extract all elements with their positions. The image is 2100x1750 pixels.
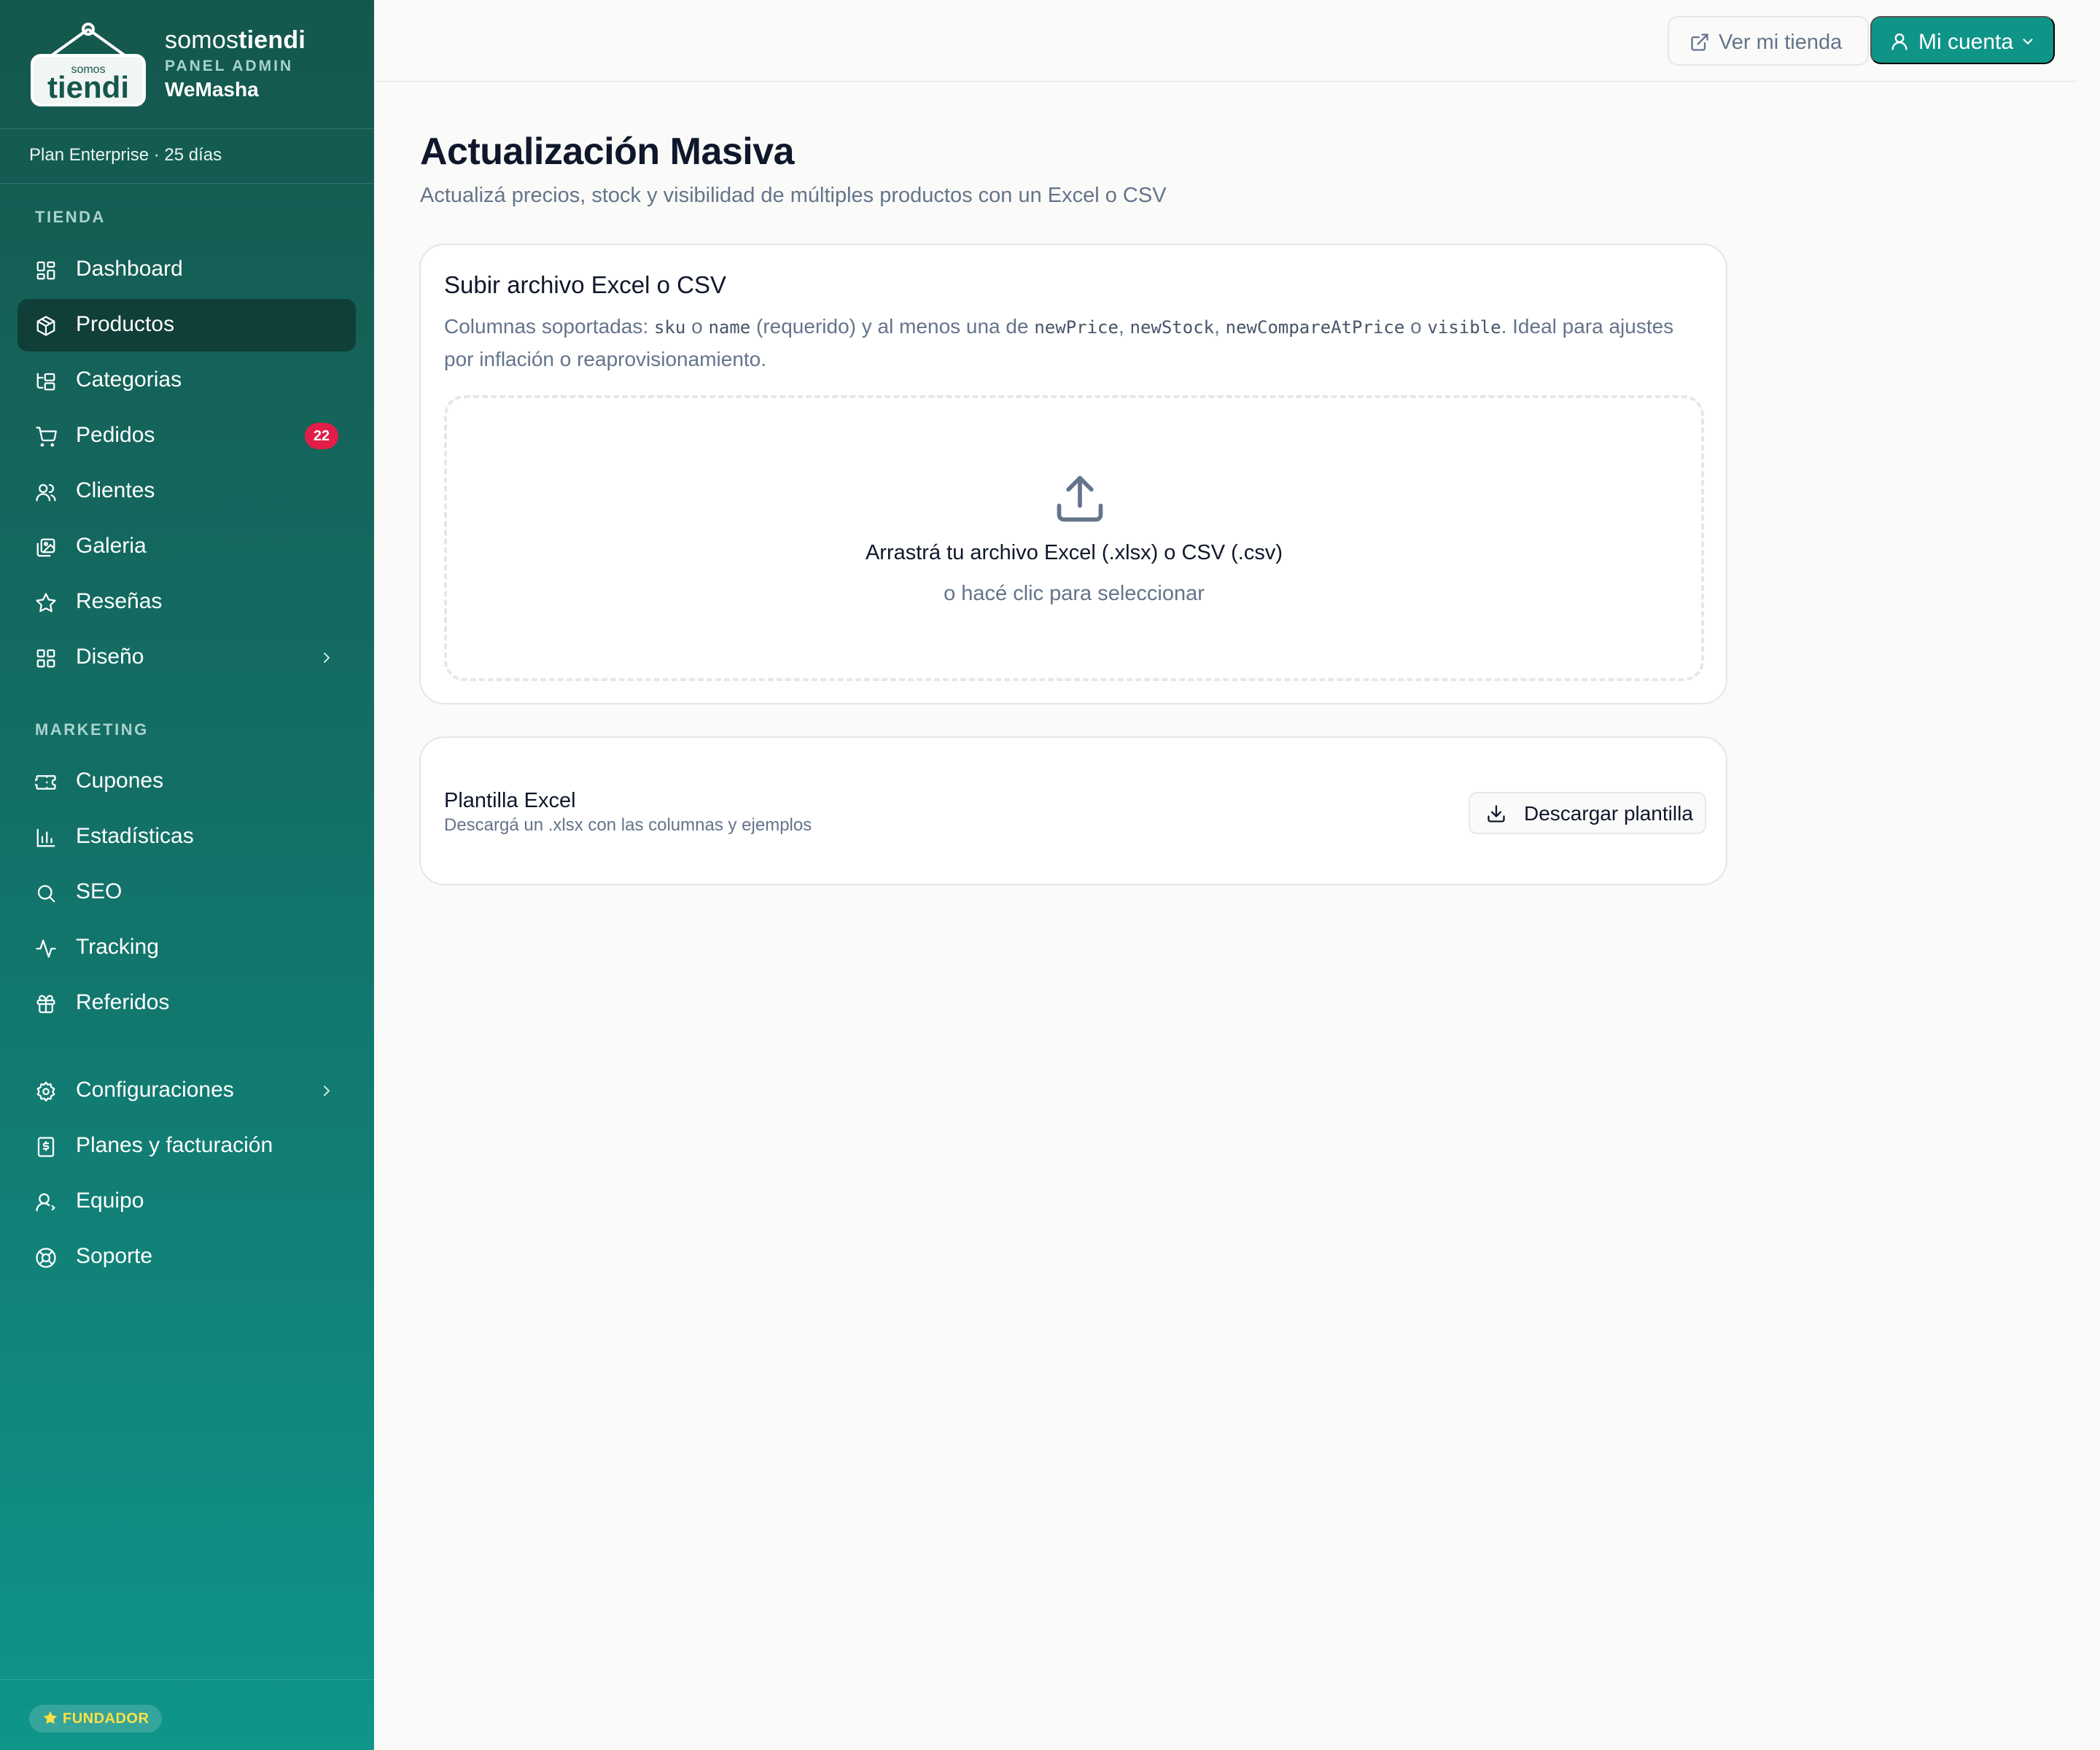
- section-title-marketing: MARKETING: [35, 720, 149, 739]
- user-icon: [35, 1191, 57, 1213]
- page-title: Actualización Masiva: [420, 131, 795, 173]
- download-template-label: Descargar plantilla: [1524, 802, 1693, 825]
- template-card: Plantilla Excel Descargá un .xlsx con la…: [419, 736, 1727, 885]
- search-icon: [35, 882, 57, 904]
- plan-text: Plan Enterprise · 25 días: [29, 145, 222, 165]
- account-label: Mi cuenta: [1918, 30, 2014, 54]
- gear-icon: [35, 1081, 57, 1102]
- upload-icon: [1052, 471, 1108, 526]
- ticket-icon: [35, 771, 57, 793]
- chevron-right-icon: [318, 649, 335, 666]
- upload-card-description: Columnas soportadas: sku o name (requeri…: [444, 315, 1674, 370]
- brand[interactable]: somos tiendi somostiendi PANEL ADMIN WeM…: [29, 22, 365, 109]
- dropzone-hint: o hacé clic para seleccionar: [944, 582, 1205, 605]
- receipt-icon: [35, 1136, 57, 1158]
- images-icon: [35, 537, 57, 559]
- sidebar-item-label: Cupones: [76, 769, 164, 793]
- sidebar-item-resenas[interactable]: Reseñas: [18, 576, 356, 629]
- life-buoy-icon: [35, 1247, 57, 1269]
- bar-chart-icon: [35, 827, 57, 849]
- sidebar-item-referidos[interactable]: Referidos: [18, 977, 356, 1030]
- file-dropzone[interactable]: Arrastrá tu archivo Excel (.xlsx) o CSV …: [444, 395, 1704, 681]
- sidebar-item-dashboard[interactable]: Dashboard: [18, 244, 356, 296]
- user-icon: [1889, 31, 1910, 52]
- sidebar-item-cupones[interactable]: Cupones: [18, 755, 356, 808]
- sidebar-item-label: Referidos: [76, 990, 170, 1014]
- sidebar-item-soporte[interactable]: Soporte: [18, 1231, 356, 1283]
- sidebar-item-diseno[interactable]: Diseño: [18, 631, 356, 684]
- sidebar-item-label: Configuraciones: [76, 1078, 234, 1102]
- sidebar-item-pedidos[interactable]: Pedidos 22: [18, 410, 356, 462]
- chevron-right-icon: [318, 1082, 335, 1100]
- sidebar-item-label: Soporte: [76, 1244, 153, 1268]
- logo-big-text: tiendi: [47, 70, 129, 104]
- download-template-button[interactable]: Descargar plantilla: [1469, 792, 1706, 834]
- sidebar-item-label: Clientes: [76, 478, 155, 502]
- star-icon: [43, 1711, 58, 1724]
- sidebar-item-label: Diseño: [76, 645, 144, 669]
- sidebar-item-label: Dashboard: [76, 257, 183, 281]
- sidebar-item-estadisticas[interactable]: Estadísticas: [18, 811, 356, 863]
- dropzone-title: Arrastrá tu archivo Excel (.xlsx) o CSV …: [865, 541, 1283, 564]
- upload-card: Subir archivo Excel o CSV Columnas sopor…: [419, 244, 1727, 704]
- sidebar-item-label: Equipo: [76, 1189, 144, 1213]
- activity-icon: [35, 938, 57, 960]
- sidebar-item-planes[interactable]: Planes y facturación: [18, 1120, 356, 1172]
- sidebar-item-label: Pedidos: [76, 423, 155, 447]
- plan-row[interactable]: Plan Enterprise · 25 días: [0, 128, 374, 184]
- brand-subtitle: PANEL ADMIN: [165, 58, 294, 74]
- sidebar-item-galeria[interactable]: Galeria: [18, 521, 356, 573]
- layout-grid-icon: [35, 648, 57, 669]
- founder-badge-label: FUNDADOR: [63, 1711, 149, 1727]
- star-icon: [35, 592, 57, 614]
- sidebar-item-label: Productos: [76, 312, 175, 336]
- gift-icon: [35, 993, 57, 1015]
- template-card-subtitle: Descargá un .xlsx con las columnas y eje…: [444, 815, 812, 835]
- brand-name: somostiendi: [165, 26, 306, 54]
- logo-icon: somos tiendi: [31, 23, 146, 106]
- chevron-down-icon: [2020, 34, 2036, 50]
- folder-tree-icon: [35, 370, 57, 392]
- sidebar-item-label: Tracking: [76, 935, 159, 959]
- download-icon: [1486, 804, 1506, 824]
- orders-count-badge: 22: [305, 423, 338, 449]
- sidebar: somos tiendi somostiendi PANEL ADMIN WeM…: [0, 0, 374, 1750]
- founder-badge: FUNDADOR: [29, 1705, 163, 1732]
- sidebar-footer-divider: [0, 1679, 374, 1680]
- view-store-button[interactable]: Ver mi tienda: [1668, 16, 1869, 66]
- sidebar-item-equipo[interactable]: Equipo: [18, 1175, 356, 1228]
- sidebar-item-label: Reseñas: [76, 589, 163, 613]
- package-icon: [35, 315, 57, 337]
- template-card-title: Plantilla Excel: [444, 789, 576, 812]
- sidebar-item-label: Estadísticas: [76, 824, 194, 848]
- sidebar-item-label: SEO: [76, 879, 122, 903]
- sidebar-item-label: Planes y facturación: [76, 1133, 273, 1157]
- sidebar-item-label: Galeria: [76, 534, 147, 558]
- sidebar-item-label: Categorias: [76, 368, 182, 392]
- sidebar-item-categorias[interactable]: Categorias: [18, 354, 356, 407]
- sidebar-item-seo[interactable]: SEO: [18, 866, 356, 919]
- page-subtitle: Actualizá precios, stock y visibilidad d…: [420, 184, 1167, 207]
- upload-card-title: Subir archivo Excel o CSV: [444, 271, 726, 298]
- sidebar-item-clientes[interactable]: Clientes: [18, 465, 356, 518]
- shopping-cart-icon: [35, 426, 57, 448]
- external-link-icon: [1689, 32, 1710, 52]
- section-title-tienda: TIENDA: [35, 208, 106, 226]
- sidebar-item-configuraciones[interactable]: Configuraciones: [18, 1065, 356, 1117]
- users-icon: [35, 481, 57, 503]
- topbar: Ver mi tienda Mi cuenta: [374, 0, 2077, 82]
- view-store-label: Ver mi tienda: [1719, 31, 1843, 54]
- layout-grid-icon: [35, 260, 57, 281]
- account-button[interactable]: Mi cuenta: [1870, 16, 2055, 64]
- sidebar-item-productos[interactable]: Productos: [18, 299, 356, 351]
- sidebar-item-tracking[interactable]: Tracking: [18, 922, 356, 974]
- store-name: WeMasha: [165, 78, 259, 101]
